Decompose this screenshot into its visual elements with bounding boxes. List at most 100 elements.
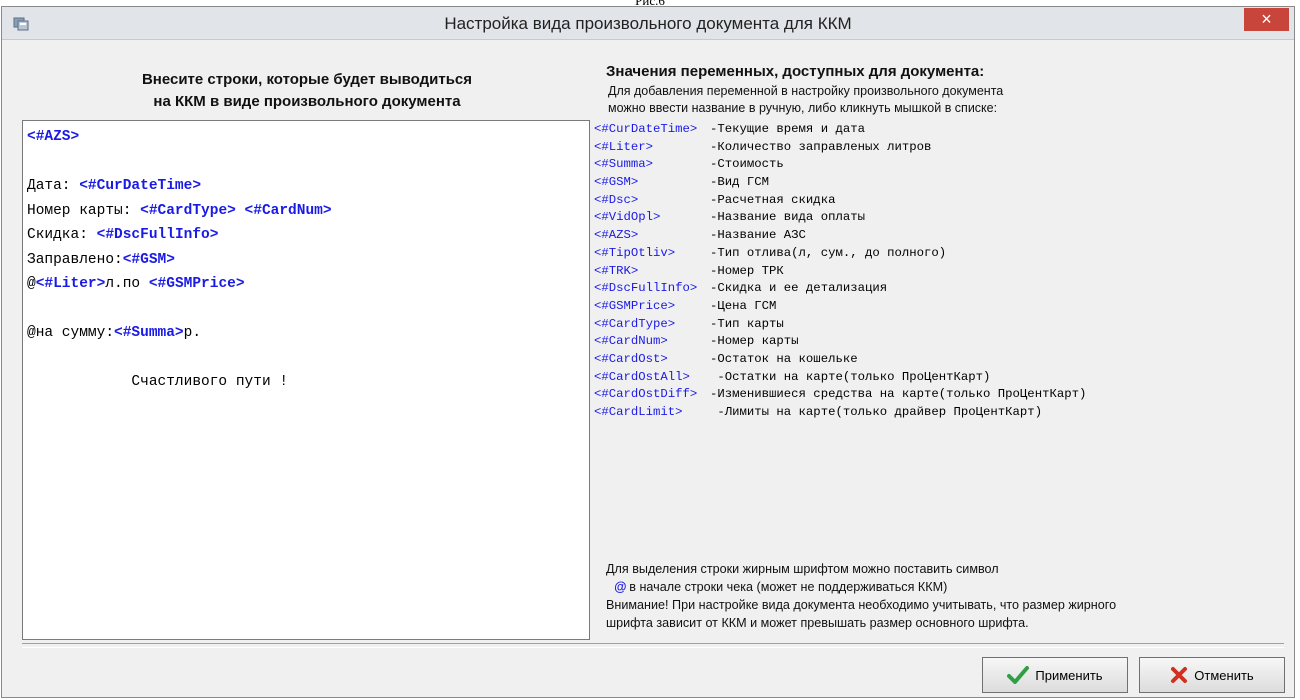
document-template-editor[interactable]: <#AZS> Дата: <#CurDateTime> Номер карты: <…: [22, 120, 590, 640]
variable-row[interactable]: <#TipOtliv> -Тип отлива(л, сум., до полно…: [594, 245, 1282, 263]
variable-row[interactable]: <#Summa> -Стоимость: [594, 156, 1282, 174]
editor-variable: <#DscFullInfo>: [96, 227, 219, 243]
variable-name: <#CardOstAll>: [594, 369, 690, 384]
note-line1: Для выделения строки жирным шрифтом можн…: [606, 562, 999, 576]
variable-description: -Изменившиеся средства на карте(только П…: [710, 387, 1087, 402]
variable-description: -Остаток на кошельке: [710, 351, 858, 366]
left-header-line2: на ККМ в виде произвольного документа: [153, 93, 461, 110]
editor-text: Заправлено:: [27, 251, 123, 268]
variable-row[interactable]: <#CardOstAll> -Остатки на карте(только П…: [594, 369, 1282, 387]
variable-description: -Цена ГСМ: [710, 298, 777, 313]
variable-name: <#CardLimit>: [594, 405, 683, 419]
variables-title: Значения переменных, доступных для докум…: [606, 63, 985, 80]
editor-variable: <#Summa>: [114, 325, 184, 341]
variable-row[interactable]: <#CardNum> -Номер карты: [594, 333, 1282, 351]
note-line2: в начале строки чека (может не поддержив…: [629, 580, 948, 594]
editor-text: Скидка:: [27, 227, 97, 243]
variable-description: -Тип карты: [710, 316, 784, 331]
editor-line: Счастливого пути !: [27, 370, 589, 395]
variables-hint-line1: Для добавления переменной в настройку пр…: [608, 84, 1004, 98]
editor-text: л.по: [105, 276, 149, 292]
variable-name: <#GSMPrice>: [594, 298, 676, 313]
variable-description: -Название вида оплаты: [710, 210, 865, 225]
variable-row[interactable]: <#CardType> -Тип карты: [594, 316, 1282, 334]
variables-panel: Значения переменных, доступных для докум…: [594, 63, 1284, 641]
variable-name: <#GSM>: [594, 175, 639, 190]
variable-row[interactable]: <#TRK> -Номер ТРК: [594, 263, 1282, 281]
apply-button[interactable]: Применить: [982, 657, 1128, 693]
variable-description: -Остатки на карте(только ПроЦентКарт): [710, 369, 991, 384]
x-icon: [1171, 667, 1188, 683]
variable-row[interactable]: <#Dsc> -Расчетная скидка: [594, 192, 1282, 210]
close-button[interactable]: ×: [1244, 8, 1289, 31]
variable-row[interactable]: <#CardLimit> -Лимиты на карте(только дра…: [594, 404, 1282, 422]
editor-text: @на сумму:: [27, 325, 115, 341]
editor-variable: <#GSM>: [122, 251, 175, 268]
editor-line: @<#Liter>л.по <#GSMPrice>: [27, 272, 589, 297]
editor-text: @: [27, 276, 36, 292]
editor-text: р.: [183, 325, 202, 341]
variable-row[interactable]: <#VidOpl> -Название вида оплаты: [594, 209, 1282, 227]
editor-text: Номер карты:: [27, 202, 141, 219]
variable-description: -Номер ТРК: [710, 263, 784, 278]
variable-description: -Тип отлива(л, сум., до полного): [710, 245, 947, 260]
variable-row[interactable]: <#GSMPrice> -Цена ГСМ: [594, 298, 1282, 316]
note-line3: Внимание! При настройке вида документа н…: [606, 598, 1117, 612]
variable-name: <#CardType>: [594, 316, 676, 331]
variable-row[interactable]: <#Liter> -Количество заправленых литров: [594, 139, 1282, 157]
variable-description: -Название АЗС: [710, 228, 806, 243]
variable-row[interactable]: <#CurDateTime> -Текущие время и дата: [594, 121, 1282, 139]
variable-name: <#Liter>: [594, 139, 654, 154]
editor-line: Номер карты: <#CardType> <#CardNum>: [27, 199, 589, 224]
variable-row[interactable]: <#AZS> -Название АЗС: [594, 227, 1282, 245]
variables-hint-line2: можно ввести название в ручную, либо кли…: [608, 101, 998, 115]
variable-description: -Расчетная скидка: [710, 192, 836, 207]
cancel-label: Отменить: [1194, 667, 1254, 683]
variables-list: <#CurDateTime> -Текущие время и дата <#Lit…: [594, 121, 1282, 422]
editor-line: Заправлено:<#GSM>: [27, 248, 589, 273]
variable-row[interactable]: <#CardOst> -Остаток на кошельке: [594, 351, 1282, 369]
left-header-line1: Внесите строки, которые будет выводиться: [141, 71, 473, 88]
variable-name: <#Summa>: [594, 157, 654, 172]
title-bar[interactable]: Настройка вида произвольного документа д…: [2, 7, 1294, 40]
variable-description: -Скидка и ее детализация: [710, 281, 888, 296]
editor-line: Дата: <#CurDateTime>: [27, 174, 589, 199]
at-sign-icon: @: [614, 580, 627, 594]
divider: [22, 643, 1284, 648]
editor-variable: <#AZS>: [27, 129, 80, 145]
variable-description: -Вид ГСМ: [710, 175, 770, 190]
editor-text: Счастливого пути !: [27, 374, 289, 390]
editor-line: Скидка: <#DscFullInfo>: [27, 223, 589, 248]
cancel-button[interactable]: Отменить: [1139, 657, 1285, 693]
variable-name: <#AZS>: [594, 228, 639, 243]
editor-line: @на сумму:<#Summa>р.: [27, 321, 589, 346]
variable-description: -Лимиты на карте(только драйвер ПроЦентК…: [710, 405, 1043, 419]
variable-name: <#TipOtliv>: [594, 245, 676, 260]
bold-note: Для выделения строки жирным шрифтом можн…: [606, 560, 1276, 632]
editor-variable: <#CurDateTime>: [79, 178, 202, 194]
variable-row[interactable]: <#DscFullInfo> -Скидка и ее детализация: [594, 280, 1282, 298]
variable-name: <#VidOpl>: [594, 210, 661, 225]
editor-variable: <#CardType>: [140, 202, 236, 219]
variables-hint: Для добавления переменной в настройку пр…: [608, 83, 1003, 117]
variable-description: -Текущие время и дата: [710, 122, 865, 136]
window-title: Настройка вида произвольного документа д…: [444, 14, 852, 33]
note-line2-row: @ в начале строки чека (может не поддержи…: [606, 578, 1276, 596]
variable-name: <#TRK>: [594, 263, 639, 278]
editor-line: <#AZS>: [27, 125, 589, 150]
variable-name: <#CardNum>: [594, 334, 668, 349]
variable-name: <#CardOstDiff>: [594, 387, 698, 402]
variable-row[interactable]: <#GSM> -Вид ГСМ: [594, 174, 1282, 192]
variable-description: -Номер карты: [710, 334, 799, 349]
editor-variable: <#CardNum>: [244, 202, 332, 219]
variable-description: -Стоимость: [710, 157, 784, 172]
variable-name: <#Dsc>: [594, 192, 639, 207]
apply-label: Применить: [1035, 667, 1103, 683]
dialog-window: Настройка вида произвольного документа д…: [1, 6, 1295, 698]
checkmark-icon: [1007, 666, 1030, 684]
left-panel-header: Внесите строки, которые будет выводиться…: [22, 69, 592, 113]
variable-name: <#CurDateTime>: [594, 122, 698, 136]
variable-row[interactable]: <#CardOstDiff> -Изменившиеся средства на …: [594, 386, 1282, 404]
